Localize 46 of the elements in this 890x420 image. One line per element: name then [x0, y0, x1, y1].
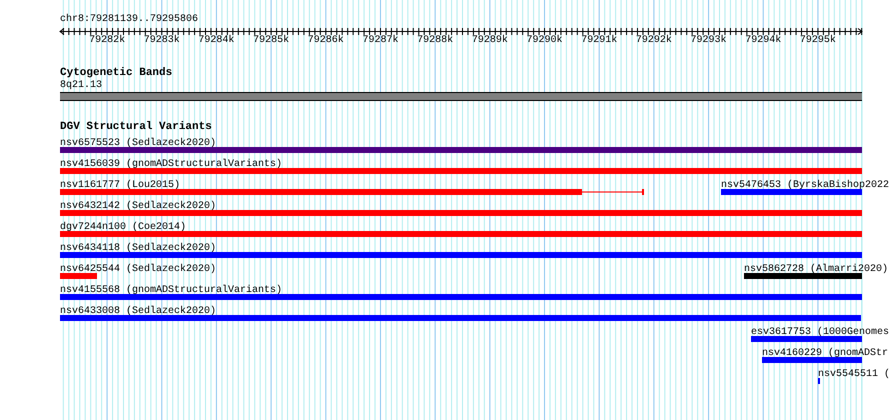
variant-bar[interactable]: [744, 273, 862, 279]
ruler-tick-label: 79291k: [580, 35, 618, 47]
variant-bar[interactable]: [60, 231, 862, 237]
track-title: DGV Structural Variants: [60, 121, 212, 133]
ruler-tick-label: 79293k: [690, 35, 728, 47]
variant-label: nsv6575523 (Sedlazeck2020): [60, 138, 216, 150]
variant-label: dgv7244n100 (Coe2014): [60, 222, 186, 234]
variant-bar[interactable]: [60, 294, 862, 300]
variant-bar[interactable]: [60, 210, 862, 216]
variant-bar[interactable]: [60, 189, 582, 195]
ruler-tick-label: 79289k: [470, 35, 509, 47]
ruler-tick-label: 79284k: [197, 35, 236, 47]
variant-label: nsv5476453 (ByrskaBishop2022: [721, 180, 890, 192]
variant-bar[interactable]: [751, 336, 862, 342]
ruler-tick-label: 79286k: [306, 35, 345, 47]
variant-label: nsv4156039 (gnomADStructuralVariants): [60, 159, 282, 171]
variant-label: nsv1161777 (Lou2015): [60, 180, 180, 192]
variant-label: nsv5862728 (Almarri2020): [744, 264, 888, 276]
ruler-tick-label: 79285k: [252, 35, 290, 47]
ruler-tick-label: 79294k: [744, 35, 782, 47]
ruler-tick-label: 79290k: [526, 35, 564, 47]
variant-bar[interactable]: [721, 189, 862, 195]
ruler-tick-label: 79282k: [88, 35, 126, 47]
variant-label: esv3617753 (1000Genomes: [751, 327, 890, 339]
ruler-tick-label: 79283k: [142, 35, 181, 47]
ruler-tick-label: 79295k: [798, 35, 837, 47]
variant-label: nsv6433008 (Sedlazeck2020): [60, 306, 216, 318]
variant-label: nsv5545511 (: [818, 369, 890, 381]
variant-label: nsv4160229 (gnomADStr: [762, 348, 888, 360]
band-label: 8q21.13: [60, 80, 102, 92]
location-label: chr8:79281139..79295806: [60, 14, 198, 26]
ruler-tick-label: 79288k: [416, 35, 454, 47]
variant-line: [582, 189, 644, 195]
ruler-tick-label: 79292k: [634, 35, 673, 47]
variant-bar[interactable]: [60, 168, 862, 174]
variant-label: nsv6425544 (Sedlazeck2020): [60, 264, 216, 276]
variant-bar[interactable]: [60, 252, 862, 258]
track-title: Cytogenetic Bands: [60, 67, 172, 79]
ruler-tick-label: 79287k: [361, 35, 400, 47]
variant-bar[interactable]: [762, 357, 862, 363]
variant-bar[interactable]: [60, 315, 861, 321]
variant-bar[interactable]: [60, 147, 862, 153]
variant-label: nsv4155568 (gnomADStructuralVariants): [60, 285, 282, 297]
variant-label: nsv6434118 (Sedlazeck2020): [60, 243, 216, 255]
variant-bar[interactable]: [60, 273, 97, 279]
variant-label: nsv6432142 (Sedlazeck2020): [60, 201, 216, 213]
